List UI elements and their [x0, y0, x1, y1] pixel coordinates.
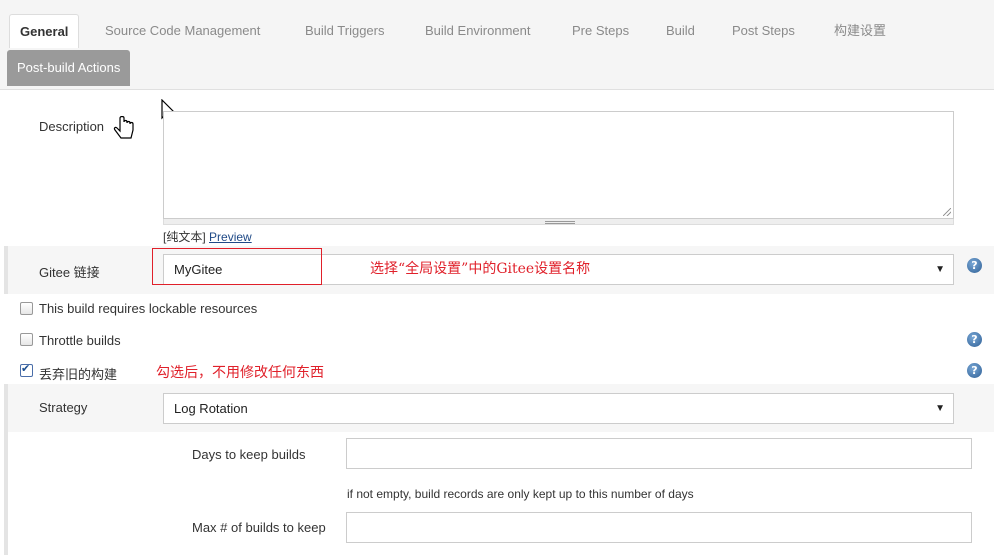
tab-build-settings[interactable]: 构建设置 — [824, 16, 896, 46]
description-textarea[interactable] — [163, 111, 954, 219]
annotation-highlight-box — [152, 248, 322, 285]
tab-build-triggers[interactable]: Build Triggers — [295, 16, 394, 46]
throttle-label: Throttle builds — [39, 333, 121, 348]
max-builds-label: Max # of builds to keep — [192, 520, 326, 535]
strategy-selected-value: Log Rotation — [174, 401, 248, 416]
config-tabbar: General Source Code Management Build Tri… — [0, 0, 994, 90]
resize-grip-icon[interactable] — [943, 208, 951, 216]
days-to-keep-input[interactable] — [346, 438, 972, 469]
tab-source-code-management[interactable]: Source Code Management — [95, 16, 270, 46]
format-line: [纯文本] Preview — [163, 228, 252, 245]
discard-old-builds-label: 丢弃旧的构建 — [39, 367, 118, 382]
gitee-label: Gitee 链接 — [39, 265, 100, 280]
dropdown-caret-icon: ▼ — [935, 403, 945, 414]
tab-post-steps[interactable]: Post Steps — [722, 16, 805, 46]
help-icon[interactable]: ? — [967, 332, 982, 347]
description-label: Description — [39, 119, 105, 134]
strategy-select[interactable]: Log Rotation ▼ — [163, 393, 954, 424]
tab-pre-steps[interactable]: Pre Steps — [562, 16, 639, 46]
discard-old-builds-checkbox[interactable] — [20, 362, 33, 377]
discard-annotation: 勾选后，不用修改任何东西 — [156, 365, 324, 381]
days-to-keep-label: Days to keep builds — [192, 447, 306, 462]
strategy-label: Strategy — [39, 400, 88, 415]
tab-general[interactable]: General — [9, 14, 80, 48]
tab-build-environment[interactable]: Build Environment — [415, 16, 541, 46]
dropdown-caret-icon: ▼ — [935, 264, 945, 275]
gitee-annotation: 选择“全局设置”中的Gitee设置名称 — [370, 261, 591, 277]
tab-build[interactable]: Build — [656, 16, 705, 46]
textarea-resize-handle[interactable] — [163, 219, 954, 225]
help-icon[interactable]: ? — [967, 258, 982, 273]
tab-post-build-actions[interactable]: Post-build Actions — [7, 50, 131, 86]
format-prefix: [纯文本] — [163, 230, 206, 244]
max-builds-input[interactable] — [346, 512, 972, 543]
throttle-checkbox[interactable] — [20, 333, 33, 346]
lockable-checkbox[interactable] — [20, 302, 33, 315]
help-icon[interactable]: ? — [967, 363, 982, 378]
days-to-keep-hint: if not empty, build records are only kep… — [347, 487, 694, 501]
lockable-label: This build requires lockable resources — [39, 301, 258, 316]
preview-link[interactable]: Preview — [209, 230, 252, 244]
hand-cursor-icon — [113, 116, 134, 139]
